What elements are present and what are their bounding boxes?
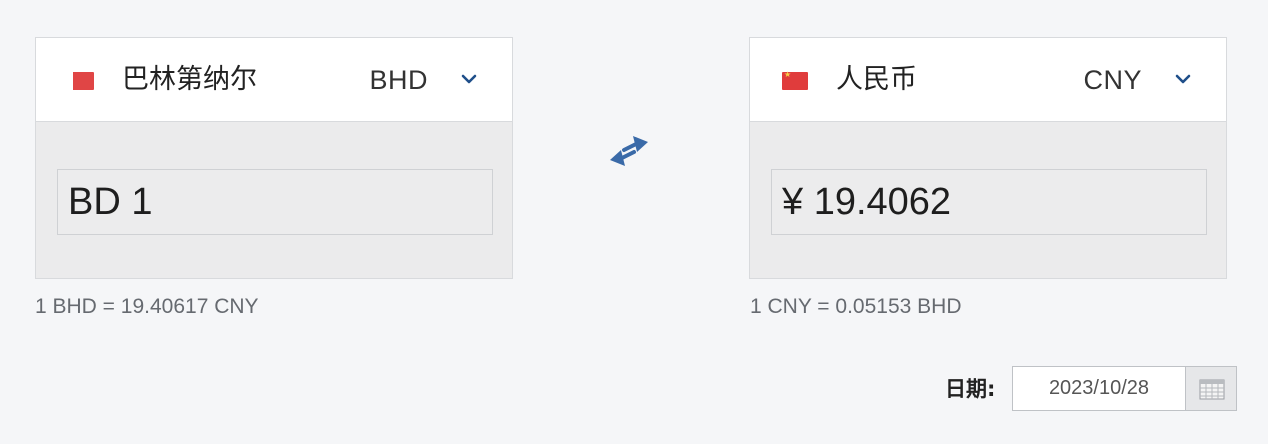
from-currency-card: 巴林第纳尔 BHD BD 1 [35, 37, 513, 279]
from-currency-name: 巴林第纳尔 [122, 64, 257, 95]
bahrain-flag-icon [70, 72, 94, 90]
calendar-button[interactable] [1185, 366, 1237, 411]
to-currency-selector[interactable]: 人民币 CNY [750, 38, 1226, 122]
to-currency-card: 人民币 CNY ¥ 19.4062 [749, 37, 1227, 279]
to-currency-name: 人民币 [836, 64, 917, 95]
to-currency-code: CNY [1083, 65, 1142, 95]
to-rate-text: 1 CNY = 0.05153 BHD [750, 295, 962, 318]
date-label: 日期: [945, 377, 996, 401]
from-rate-text: 1 BHD = 19.40617 CNY [35, 295, 259, 318]
chevron-down-icon[interactable] [1174, 70, 1192, 88]
calendar-icon [1199, 379, 1225, 400]
china-flag-icon [782, 71, 808, 90]
to-amount-output[interactable]: ¥ 19.4062 [771, 169, 1207, 235]
swap-arrows-icon[interactable] [606, 132, 652, 170]
from-currency-selector[interactable]: 巴林第纳尔 BHD [36, 38, 512, 122]
from-amount-input[interactable]: BD 1 [57, 169, 493, 235]
chevron-down-icon[interactable] [460, 70, 478, 88]
date-input[interactable]: 2023/10/28 [1012, 366, 1186, 411]
from-currency-code: BHD [369, 65, 428, 95]
